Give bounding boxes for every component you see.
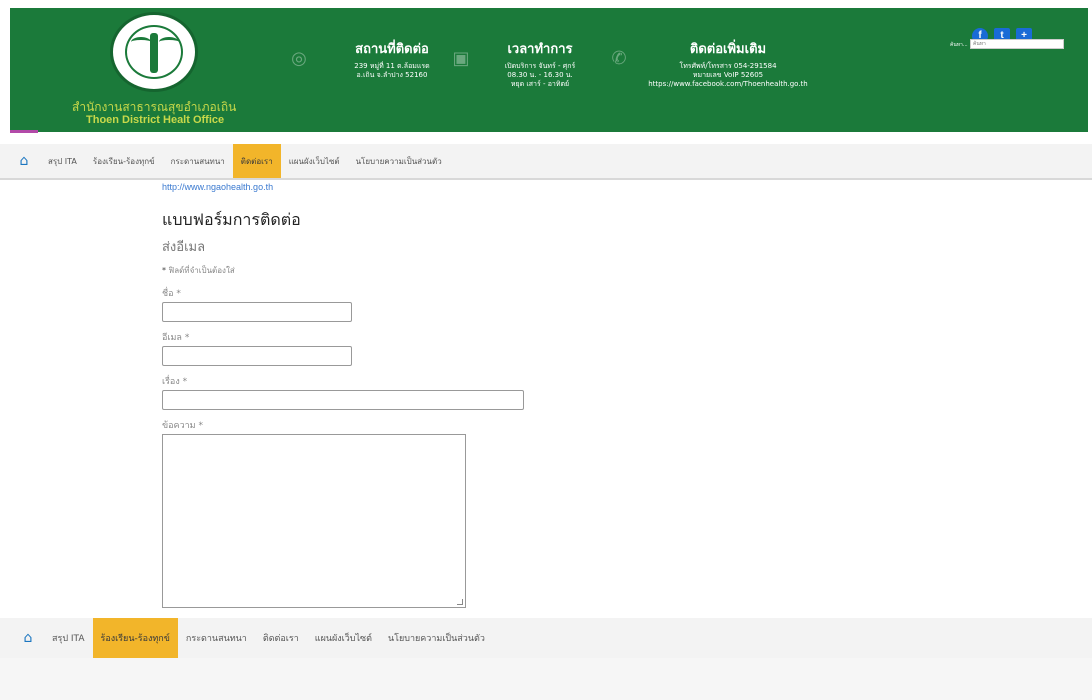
contact-title: ติดต่อเพิ่มเติม — [689, 42, 767, 57]
location-pin-icon: ◎ — [291, 48, 307, 69]
nav2-item-privacy[interactable]: นโยบายความเป็นส่วนตัว — [380, 618, 493, 658]
hours-line2: 08.30 น. - 16.30 น. — [507, 71, 573, 79]
hours-line1: เปิดบริการ จันทร์ - ศุกร์ — [504, 62, 576, 70]
hours-block: เวลาทำการ เปิดบริการ จันทร์ - ศุกร์ 08.3… — [488, 38, 592, 89]
nav-item-contact[interactable]: ติดต่อเรา — [232, 144, 281, 178]
hours-title: เวลาทำการ — [507, 42, 573, 57]
email-label: อีเมล * — [162, 330, 189, 344]
form-title: แบบฟอร์มการติดต่อ — [162, 210, 301, 229]
calendar-icon: ▣ — [452, 48, 470, 69]
nav-item-forum[interactable]: กระดานสนทนา — [163, 144, 233, 178]
required-star: * — [162, 266, 166, 275]
phone-icon: ✆ — [611, 48, 627, 69]
header-accent-bar — [10, 130, 38, 133]
message-required-star: * — [198, 421, 204, 431]
email-field[interactable] — [162, 346, 352, 366]
location-title: สถานที่ติดต่อ — [355, 42, 429, 57]
hours-line3: หยุด เสาร์ - อาทิตย์ — [510, 80, 570, 88]
ministry-logo[interactable] — [110, 12, 198, 92]
nav-item-sitemap[interactable]: แผนผังเว็บไซต์ — [281, 144, 348, 178]
logo-wing-left — [131, 37, 151, 47]
contact-facebook-link[interactable]: https://www.facebook.com/Thoenhealth.go.… — [638, 80, 818, 89]
org-name-english: Thoen District Healt Office — [86, 114, 225, 126]
location-line2: อ.เถิน จ.ลำปาง 52160 — [356, 71, 428, 79]
logo-wing-right — [159, 37, 179, 47]
main-nav-top: ⌂ สรุป ITA ร้องเรียน-ร้องทุกข์ กระดานสนท… — [0, 144, 1092, 180]
site-url-link[interactable]: http://www.ngaohealth.go.th — [162, 182, 273, 192]
home-icon[interactable]: ⌂ — [16, 153, 32, 169]
nav2-item-complaints[interactable]: ร้องเรียน-ร้องทุกข์ — [92, 618, 178, 658]
message-label-text: ข้อความ — [162, 421, 196, 431]
location-block: สถานที่ติดต่อ 239 หมู่ที่ 11 ต.ล้อมแรด อ… — [332, 38, 452, 80]
site-header: สำนักงานสาธารณสุขอำเภอเถิน Thoen Distric… — [10, 8, 1088, 132]
caduceus-icon — [150, 33, 158, 73]
search-label: ค้นหา... — [950, 42, 968, 48]
search-input[interactable] — [970, 39, 1064, 49]
required-fields-note: * ฟิลด์ที่จำเป็นต้องใส่ — [162, 264, 235, 277]
resize-handle-icon[interactable] — [457, 599, 463, 605]
nav-item-complaints[interactable]: ร้องเรียน-ร้องทุกข์ — [85, 144, 163, 178]
subject-required-star: * — [182, 377, 188, 387]
name-label: ชื่อ * — [162, 286, 181, 300]
main-nav-bottom: ⌂ สรุป ITA ร้องเรียน-ร้องทุกข์ กระดานสนท… — [0, 618, 1092, 658]
name-label-text: ชื่อ — [162, 289, 174, 299]
subject-label: เรื่อง * — [162, 374, 187, 388]
name-required-star: * — [176, 289, 181, 299]
form-subtitle: ส่งอีเมล — [162, 240, 206, 255]
subject-label-text: เรื่อง — [162, 377, 180, 387]
required-note-text: ฟิลด์ที่จำเป็นต้องใส่ — [168, 266, 235, 275]
contact-block: ติดต่อเพิ่มเติม โทรศัพท์/โทรสาร 054-2915… — [638, 38, 818, 89]
subject-field[interactable] — [162, 390, 524, 410]
name-field[interactable] — [162, 302, 352, 322]
nav-item-privacy[interactable]: นโยบายความเป็นส่วนตัว — [348, 144, 450, 178]
email-label-text: อีเมล — [162, 333, 182, 343]
nav2-item-contact[interactable]: ติดต่อเรา — [255, 618, 307, 658]
page-bottom-area — [0, 658, 1092, 700]
home-icon-bottom[interactable]: ⌂ — [20, 630, 36, 646]
message-textarea[interactable] — [162, 434, 466, 608]
nav-item-ita[interactable]: สรุป ITA — [40, 144, 85, 178]
nav2-item-sitemap[interactable]: แผนผังเว็บไซต์ — [307, 618, 380, 658]
location-line1: 239 หมู่ที่ 11 ต.ล้อมแรด — [354, 62, 430, 70]
contact-voip: หมายเลข VoIP 52605 — [692, 71, 764, 79]
nav2-item-ita[interactable]: สรุป ITA — [44, 618, 93, 658]
email-required-star: * — [184, 333, 190, 343]
nav2-item-forum[interactable]: กระดานสนทนา — [178, 618, 255, 658]
message-label: ข้อความ * — [162, 418, 203, 432]
contact-phone: โทรศัพท์/โทรสาร 054-291584 — [679, 62, 777, 70]
